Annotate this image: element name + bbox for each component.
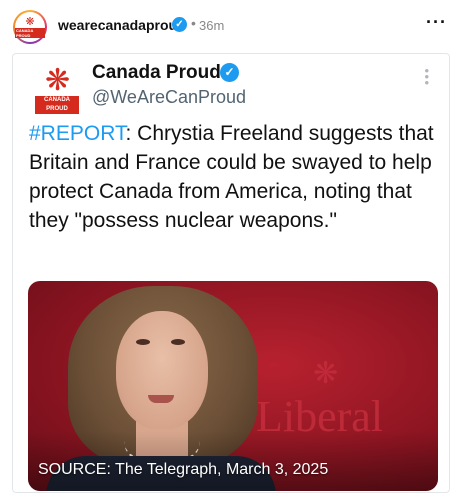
verified-check-icon: ✓ <box>172 17 187 32</box>
photo-eye <box>171 339 185 345</box>
tweet-photo[interactable]: ❋ Liberal SOURCE: The Telegraph, March 3… <box>28 281 438 491</box>
avatar-tag: CANADA PROUD <box>35 96 79 114</box>
post-timestamp: 36m <box>199 18 225 33</box>
verified-check-icon: ✓ <box>220 63 239 82</box>
vertical-more-icon[interactable]: • • • <box>424 64 429 89</box>
tweet-text: #REPORT: Chrystia Freeland suggests that… <box>29 119 439 235</box>
photo-eye <box>136 339 150 345</box>
hashtag-link[interactable]: #REPORT <box>29 122 125 145</box>
separator-dot: • <box>191 15 196 31</box>
photo-mouth <box>148 395 174 403</box>
avatar-logo: ❋ CANADA PROUD <box>15 12 45 42</box>
tweet-display-name[interactable]: Canada Proud <box>92 62 221 84</box>
tweet-avatar[interactable]: ❋ CANADA PROUD <box>33 66 81 114</box>
avatar-logo-text: CANADA PROUD <box>15 27 45 38</box>
maple-leaf-icon: ❋ <box>25 15 35 28</box>
post-header: ❋ CANADA PROUD wearecanadaproud ✓ • 36m … <box>0 0 463 52</box>
account-avatar[interactable]: ❋ CANADA PROUD <box>13 10 47 44</box>
embedded-tweet-card[interactable]: ❋ CANADA PROUD Canada Proud ✓ @WeAreCanP… <box>12 53 450 493</box>
photo-face <box>116 311 208 429</box>
maple-leaf-icon: ❋ <box>313 357 339 390</box>
username[interactable]: wearecanadaproud <box>58 17 186 33</box>
maple-leaf-icon: ❋ <box>45 64 71 97</box>
photo-caption: SOURCE: The Telegraph, March 3, 2025 <box>38 461 329 478</box>
tweet-handle[interactable]: @WeAreCanProud <box>92 87 246 108</box>
more-options-icon[interactable]: ··· <box>426 12 447 33</box>
